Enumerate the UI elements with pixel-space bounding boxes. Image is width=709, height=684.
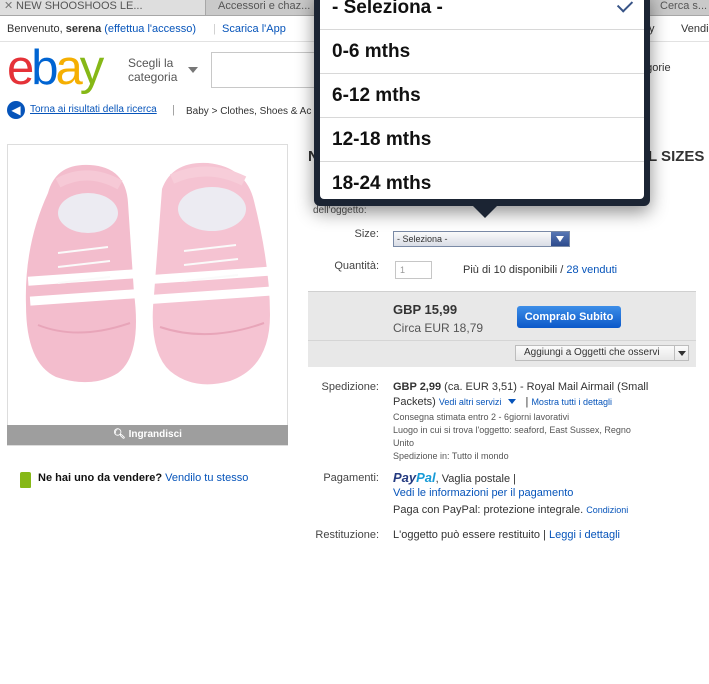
size-select[interactable]: - Seleziona - [393, 231, 570, 247]
size-options-list: - Seleziona - 0-6 mths 6-12 mths 12-18 m… [320, 0, 644, 199]
checkmark-icon [616, 0, 634, 13]
browser-tab[interactable]: Cerca s... [660, 0, 709, 15]
read-details-link[interactable]: Leggi i dettagli [549, 529, 620, 541]
back-to-results-link[interactable]: Torna ai risultati della ricerca [30, 104, 157, 115]
payment-methods: PayPal, Vaglia postale | [393, 470, 516, 485]
price-eur: Circa EUR 18,79 [393, 321, 484, 335]
shipping-cost: GBP 2,99 [393, 381, 442, 393]
size-option[interactable]: 12-18 mths [320, 118, 644, 162]
category-label: Scegli la categoria [128, 56, 178, 84]
quantity-label: Quantità: [334, 260, 379, 272]
conditions-link[interactable]: Condizioni [586, 505, 628, 515]
popover-arrow [471, 204, 499, 218]
product-image[interactable] [7, 144, 288, 446]
chevron-down-icon[interactable] [508, 399, 517, 404]
tab-title: Accessori e chaz... [218, 0, 311, 12]
chevron-down-icon [551, 232, 569, 246]
size-select-value: - Seleziona - [397, 234, 448, 244]
item-location: Luogo in cui si trova l'oggetto: seaford… [393, 425, 631, 435]
sold-count-link[interactable]: 28 venduti [566, 264, 617, 276]
breadcrumb[interactable]: Baby > Clothes, Shoes & Ac [186, 106, 311, 117]
payments-label: Pagamenti: [323, 472, 379, 484]
shipping-label: Spedizione: [321, 381, 380, 393]
sell-question: Ne hai uno da vendere? [38, 472, 163, 484]
size-label: Size: [354, 228, 379, 240]
enlarge-image-button[interactable]: 🔍︎ Ingrandisci [7, 425, 288, 445]
size-option-selected[interactable]: - Seleziona - [320, 0, 644, 30]
price: GBP 15,99 [393, 302, 458, 317]
baby-shoes-image [25, 162, 273, 385]
shipping-cost-line: GBP 2,99 (ca. EUR 3,51) - Royal Mail Air… [393, 381, 649, 393]
chevron-down-icon [188, 67, 198, 73]
item-location-country: Unito [393, 438, 415, 448]
add-to-watchlist-button[interactable]: Aggiungi a Oggetti che osservi [515, 345, 689, 361]
returns-policy: L'oggetto può essere restituito | Leggi … [393, 529, 620, 541]
welcome-text: Benvenuto, serena (effettua l'accesso) [7, 23, 197, 35]
other-services-link[interactable]: Vedi altri servizi [439, 397, 502, 407]
sell-link[interactable]: Vendi [681, 16, 709, 42]
sell-prompt: Ne hai uno da vendere? Vendilo tu stesso [38, 472, 248, 484]
quantity-input[interactable]: 1 [395, 261, 432, 279]
divider: | [213, 23, 216, 35]
size-option[interactable]: 18-24 mths [320, 162, 644, 199]
sell-it-yourself-link[interactable]: Vendilo tu stesso [165, 472, 248, 484]
item-condition-label: dell'oggetto: [313, 205, 367, 216]
show-all-details-link[interactable]: Mostra tutti i dettagli [531, 397, 612, 407]
buy-now-button[interactable]: Compralo Subito [517, 306, 621, 328]
size-dropdown-popover: - Seleziona - 0-6 mths 6-12 mths 12-18 m… [314, 0, 650, 218]
price-tag-icon [20, 472, 31, 488]
user-name: serena [65, 23, 102, 35]
close-tab-icon[interactable]: ✕ [4, 0, 13, 12]
tab-title: Cerca s... [660, 0, 708, 12]
magnifier-icon: 🔍︎ [113, 429, 129, 440]
ebay-logo[interactable]: ebay [7, 44, 119, 93]
returns-label: Restituzione: [315, 529, 379, 541]
size-option[interactable]: 0-6 mths [320, 30, 644, 74]
item-title-end: L SIZES [648, 148, 705, 165]
back-arrow-icon[interactable]: ◀ [7, 101, 25, 119]
paypal-protection: Paga con PayPal: protezione integrale. C… [393, 504, 629, 516]
category-selector-button[interactable]: Scegli la categoria [128, 56, 198, 88]
shipping-service-line: Packets) Vedi altri servizi | Mostra tut… [393, 396, 612, 408]
availability: Più di 10 disponibili / 28 venduti [463, 264, 618, 276]
divider [308, 340, 696, 341]
divider: | [172, 104, 175, 116]
tab-title: NEW SHOOSHOOS LE... [16, 0, 143, 12]
payment-info-link[interactable]: Vedi le informazioni per il pagamento [393, 487, 573, 499]
chevron-down-icon[interactable] [674, 346, 688, 360]
login-link[interactable]: (effettua l'accesso) [104, 23, 196, 35]
ships-to: Spedizione in: Tutto il mondo [393, 451, 509, 461]
paypal-logo: PayPal [393, 470, 436, 485]
delivery-estimate: Consegna stimata entro 2 - 6giorni lavor… [393, 412, 570, 422]
browser-tab-active[interactable]: ✕ NEW SHOOSHOOS LE... [0, 0, 206, 15]
download-app-link[interactable]: Scarica l'App [222, 16, 286, 42]
size-option[interactable]: 6-12 mths [320, 74, 644, 118]
